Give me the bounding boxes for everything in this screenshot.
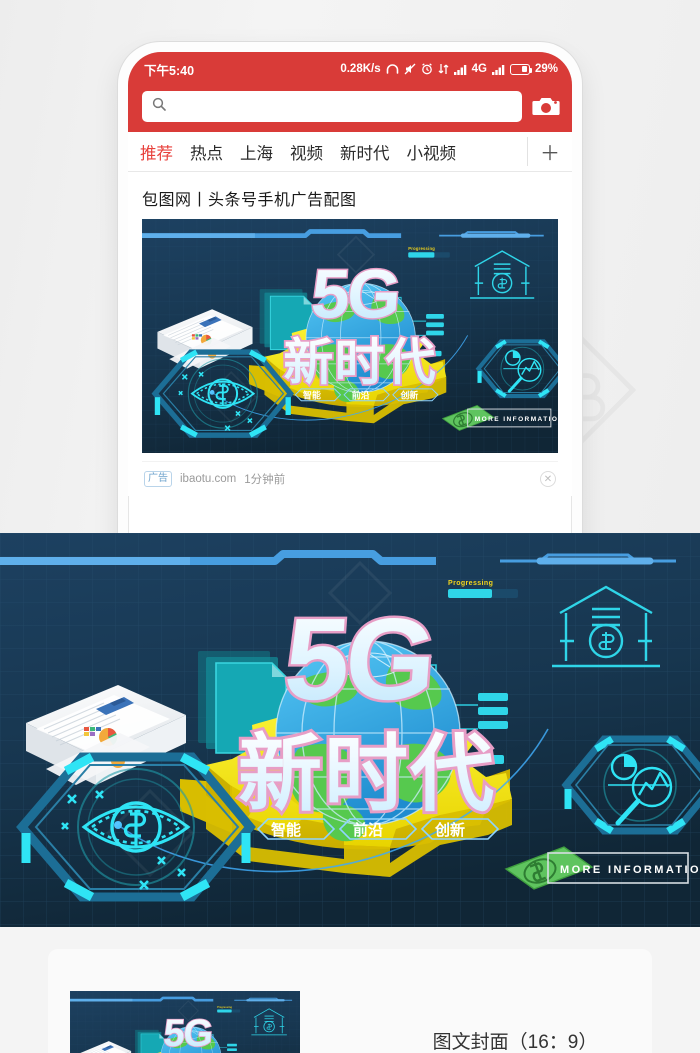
- svg-text:Progressing: Progressing: [448, 580, 493, 587]
- alarm-icon: [421, 63, 433, 75]
- svg-text:MORE INFORMATION: MORE INFORMATION: [560, 864, 700, 876]
- banner-artwork-large: Progressing 5G 新时代 智能 前沿 创新 MORE INFORMA…: [0, 533, 700, 927]
- mute-icon: [404, 63, 416, 75]
- data-transfer-icon: [438, 63, 449, 75]
- headphone-icon: [386, 63, 399, 75]
- svg-text:5G: 5G: [281, 594, 437, 724]
- status-indicators: 0.28K/s 4G 29%: [340, 63, 558, 75]
- ad-badge: 广告: [144, 471, 172, 487]
- battery-percent-label: 29%: [534, 63, 558, 75]
- phone-screen: 下午5:40 0.28K/s 4G 29% 推荐 热点 上海 视频 新时代 小视…: [128, 52, 572, 533]
- svg-text:前沿: 前沿: [353, 821, 383, 839]
- svg-text:智能: 智能: [271, 821, 301, 839]
- tab-hot[interactable]: 热点: [190, 140, 223, 164]
- banner-artwork-thumb: [70, 991, 300, 1053]
- add-channel-button[interactable]: ＋: [527, 137, 560, 166]
- tab-short-video[interactable]: 小视频: [407, 140, 457, 164]
- article-banner-image[interactable]: [142, 219, 558, 453]
- search-input[interactable]: [172, 99, 512, 113]
- battery-icon: [509, 63, 532, 75]
- thumbnail-image[interactable]: [70, 991, 300, 1053]
- tab-video[interactable]: 视频: [290, 140, 323, 164]
- thumbnail-caption: 图文封面（16：9）: [400, 1027, 630, 1053]
- search-box[interactable]: [142, 90, 522, 122]
- banner-full-section: Progressing 5G 新时代 智能 前沿 创新 MORE INFORMA…: [0, 533, 700, 927]
- phone-mockup-section: 下午5:40 0.28K/s 4G 29% 推荐 热点 上海 视频 新时代 小视…: [0, 0, 700, 533]
- status-bar: 下午5:40 0.28K/s 4G 29%: [128, 52, 572, 86]
- signal-icon: [453, 64, 467, 75]
- svg-text:创新: 创新: [434, 821, 465, 839]
- search-bar: [128, 86, 572, 132]
- article-title: 包图网丨头条号手机广告配图: [142, 192, 357, 209]
- svg-text:新时代: 新时代: [238, 725, 496, 823]
- status-time: 下午5:40: [144, 63, 195, 78]
- network-type-label: 4G: [471, 63, 487, 75]
- net-speed-label: 0.28K/s: [340, 63, 381, 75]
- feed-tabs: 推荐 热点 上海 视频 新时代 小视频 ＋: [128, 132, 572, 172]
- thumbnail-section: 图文封面（16：9）: [0, 927, 700, 1053]
- search-icon: [152, 97, 166, 116]
- tab-recommend[interactable]: 推荐: [140, 140, 173, 164]
- signal-icon-2: [491, 64, 505, 75]
- page-root: 下午5:40 0.28K/s 4G 29% 推荐 热点 上海 视频 新时代 小视…: [0, 0, 700, 1053]
- article-meta: 广告 ibaotu.com 1分钟前 ✕: [142, 461, 558, 496]
- camera-icon[interactable]: [532, 94, 560, 118]
- article-source: ibaotu.com: [180, 473, 237, 485]
- tab-new-era[interactable]: 新时代: [340, 140, 390, 164]
- close-icon[interactable]: ✕: [540, 471, 556, 487]
- article-time: 1分钟前: [244, 474, 286, 486]
- tab-shanghai[interactable]: 上海: [240, 140, 273, 164]
- feed-article[interactable]: 包图网丨头条号手机广告配图 广告 ibaotu.com 1分钟前 ✕: [128, 172, 572, 496]
- banner-artwork-small: [142, 219, 558, 453]
- phone-frame: 下午5:40 0.28K/s 4G 29% 推荐 热点 上海 视频 新时代 小视…: [118, 42, 582, 533]
